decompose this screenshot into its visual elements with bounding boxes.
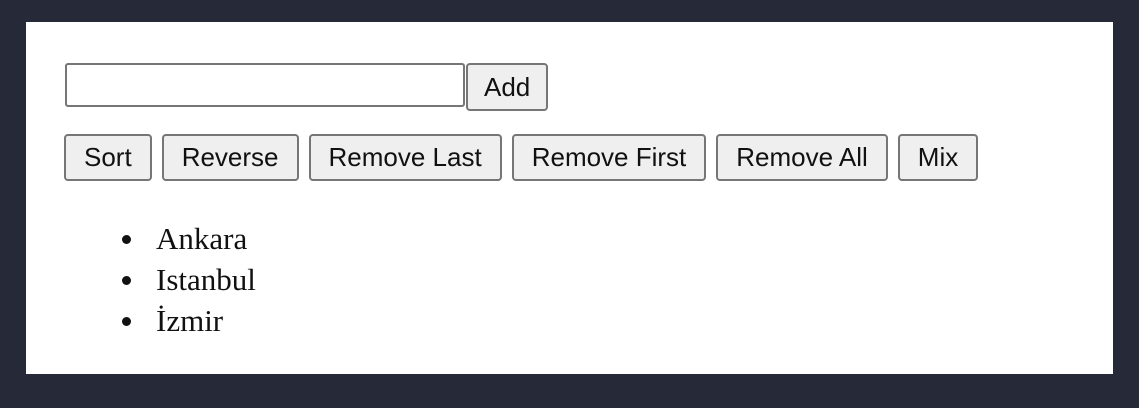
list-item: Istanbul bbox=[122, 259, 256, 300]
bullet-icon bbox=[122, 235, 131, 244]
list-item-label: Istanbul bbox=[156, 262, 256, 297]
city-input[interactable] bbox=[65, 63, 465, 107]
add-city-form: Add bbox=[65, 63, 549, 111]
list-item-label: Ankara bbox=[156, 221, 248, 256]
app-panel: Add Sort Reverse Remove Last Remove Firs… bbox=[26, 22, 1113, 374]
bullet-icon bbox=[122, 276, 131, 285]
mix-button[interactable]: Mix bbox=[897, 134, 979, 181]
list-item: Ankara bbox=[122, 218, 256, 259]
sort-button[interactable]: Sort bbox=[64, 134, 152, 181]
city-list: Ankara Istanbul İzmir bbox=[122, 218, 256, 341]
reverse-button[interactable]: Reverse bbox=[161, 134, 299, 181]
remove-all-button[interactable]: Remove All bbox=[716, 134, 888, 181]
list-item-label: İzmir bbox=[156, 303, 224, 338]
action-buttons: Sort Reverse Remove Last Remove First Re… bbox=[64, 134, 979, 181]
bullet-icon bbox=[122, 317, 131, 326]
remove-first-button[interactable]: Remove First bbox=[511, 134, 707, 181]
add-button[interactable]: Add bbox=[466, 63, 549, 111]
list-item: İzmir bbox=[122, 300, 256, 341]
remove-last-button[interactable]: Remove Last bbox=[308, 134, 502, 181]
